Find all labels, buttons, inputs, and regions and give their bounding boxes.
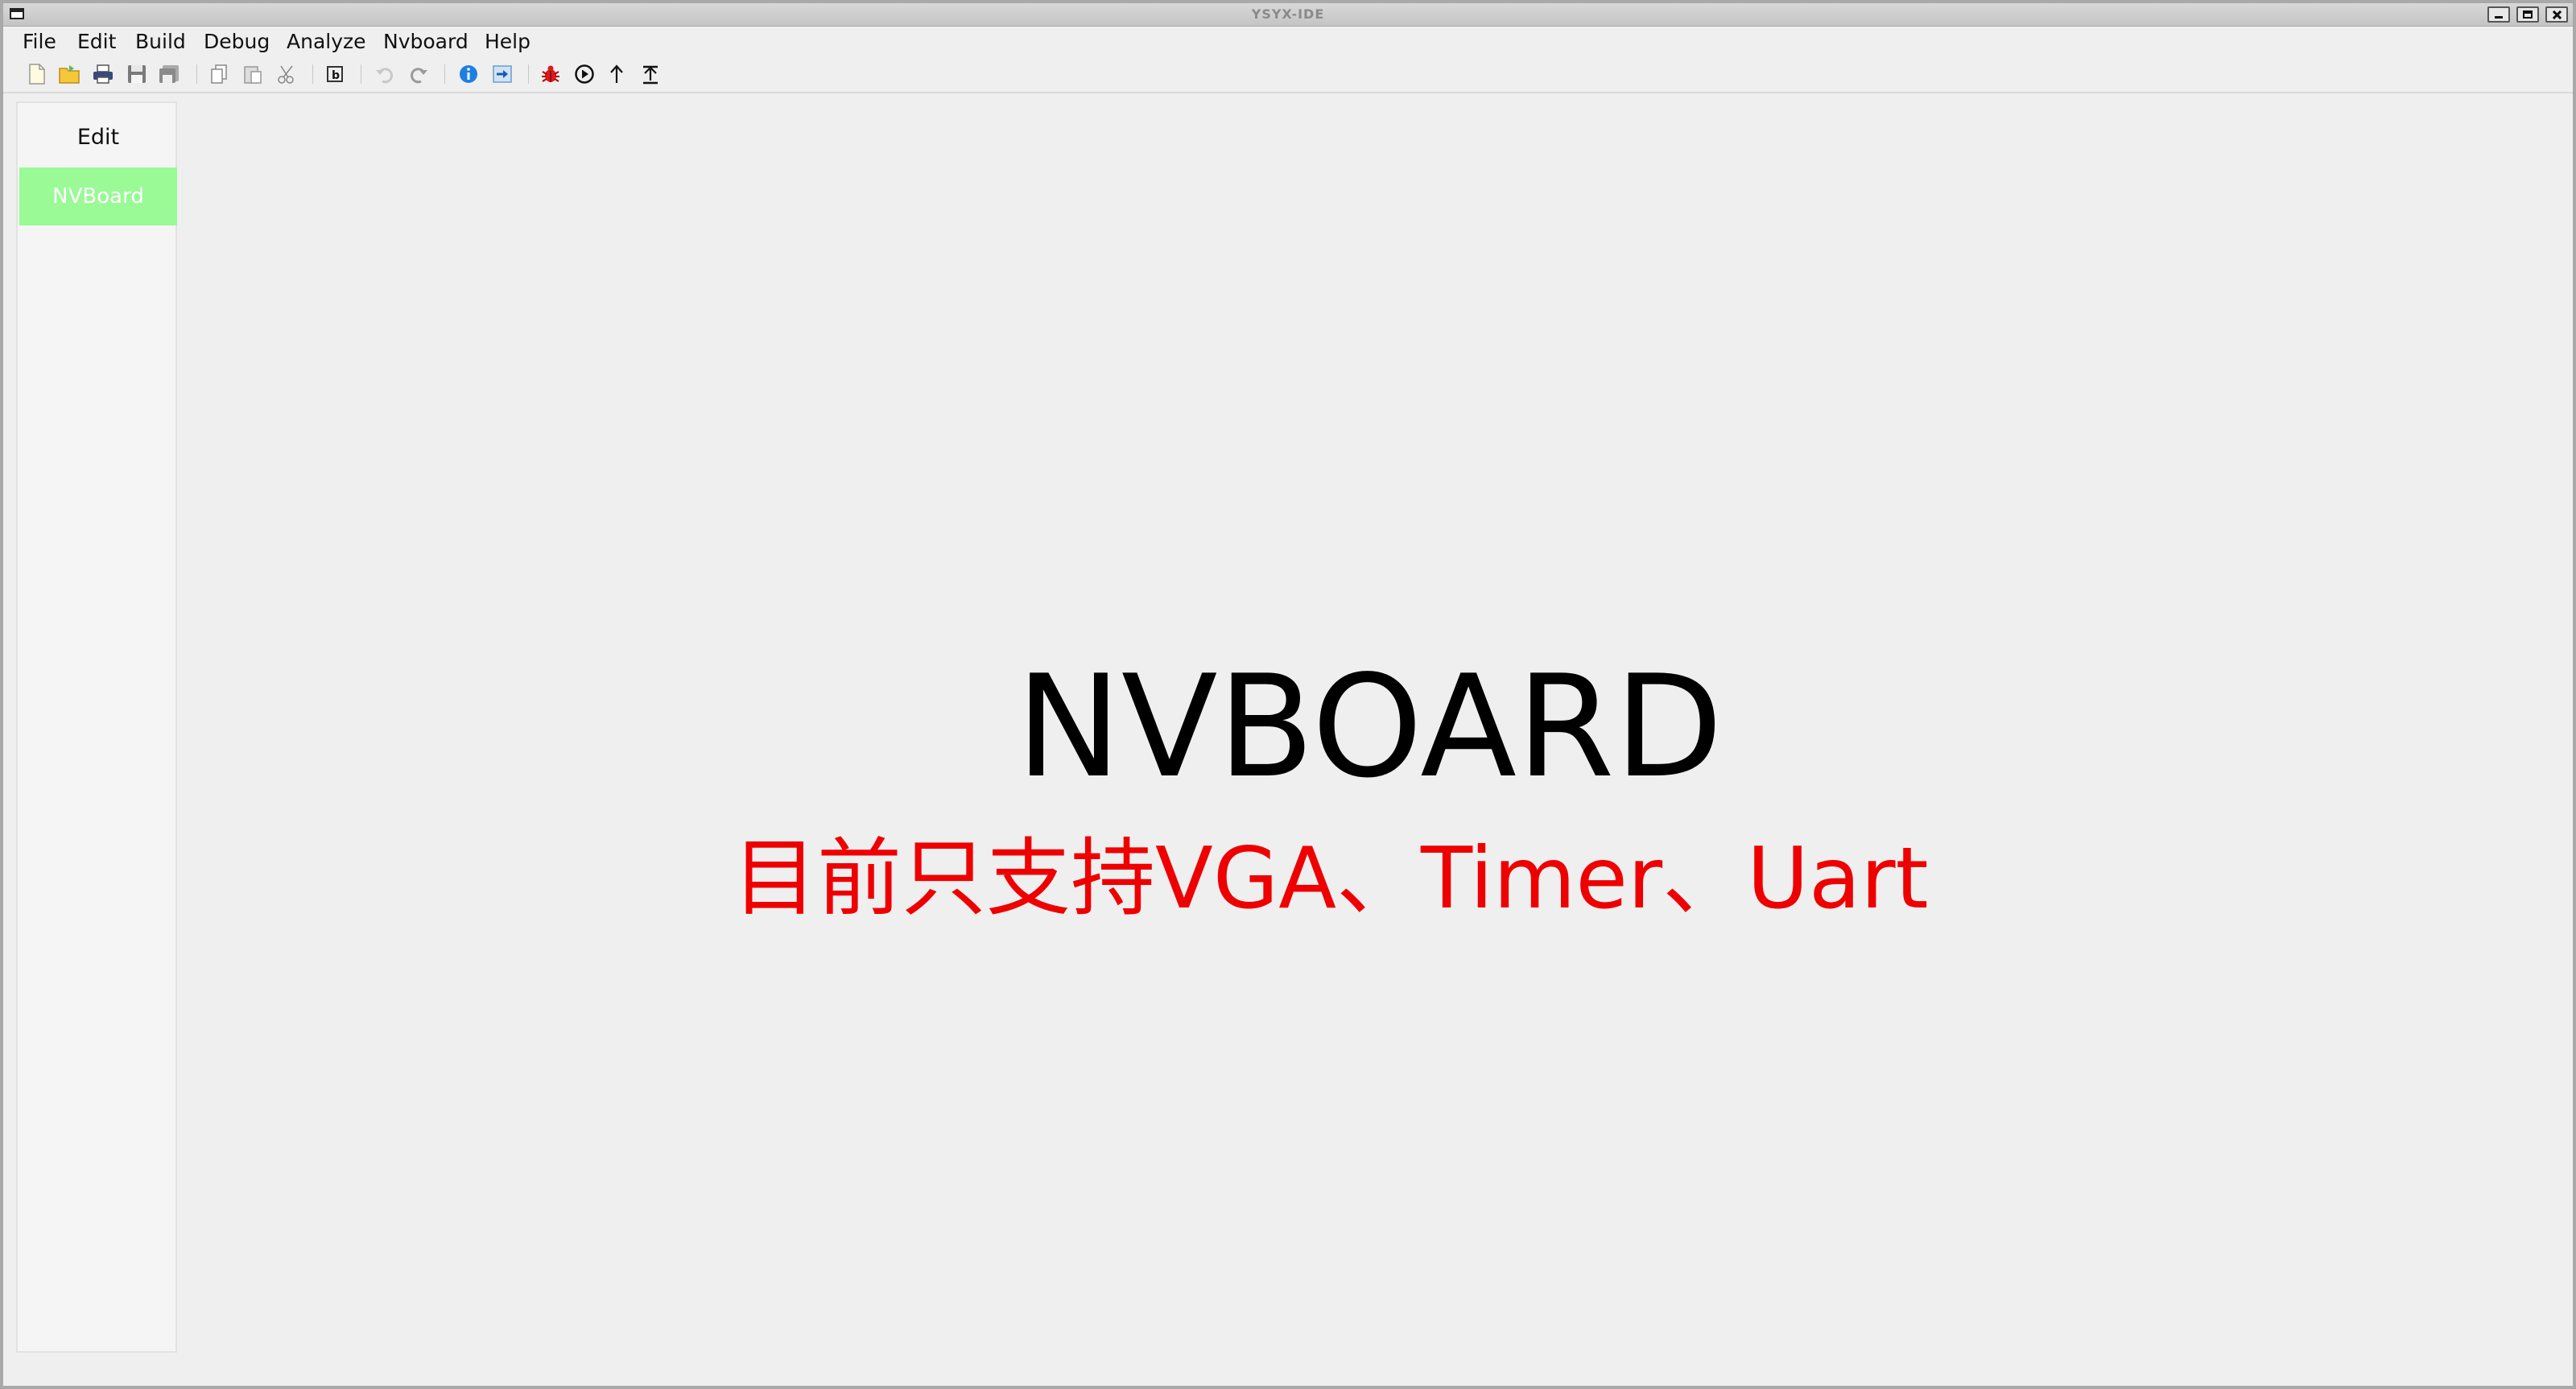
window-title: YSYX-IDE	[1251, 6, 1325, 22]
menu-debug[interactable]: Debug	[200, 30, 273, 54]
menu-edit[interactable]: Edit	[74, 30, 119, 54]
run-arrow-icon[interactable]	[491, 63, 514, 85]
paste-icon[interactable]	[242, 63, 264, 85]
cut-icon[interactable]	[275, 63, 298, 85]
build-icon[interactable]: b	[324, 63, 346, 85]
sidebar-item-nvboard[interactable]: NVBoard	[19, 167, 177, 225]
copy-icon[interactable]	[208, 63, 230, 85]
maximize-button[interactable]	[2516, 6, 2539, 23]
page-title: NVBOARD	[1016, 646, 1724, 809]
sidebar-item-edit[interactable]: Edit	[19, 108, 177, 166]
nvboard-panel: NVBOARD 目前只支持VGA、Timer、Uart	[180, 93, 2573, 1386]
menu-analyze[interactable]: Analyze	[283, 30, 369, 54]
toolbar: b	[3, 56, 2573, 93]
undo-icon[interactable]	[374, 63, 396, 85]
menu-bar: File Edit Build Debug Analyze Nvboard He…	[3, 27, 2573, 56]
minimize-button[interactable]	[2487, 6, 2510, 23]
step-up-icon[interactable]	[605, 63, 628, 85]
play-circle-icon[interactable]	[573, 63, 596, 85]
svg-text:b: b	[332, 69, 340, 82]
menu-build[interactable]: Build	[132, 30, 189, 54]
toolbar-separator	[312, 64, 313, 84]
new-file-icon[interactable]	[26, 63, 48, 85]
support-notice: 目前只支持VGA、Timer、Uart	[733, 829, 1929, 928]
info-icon[interactable]	[457, 63, 480, 85]
menu-nvboard[interactable]: Nvboard	[380, 30, 472, 54]
open-folder-icon[interactable]	[58, 63, 80, 85]
save-icon[interactable]	[126, 63, 148, 85]
toolbar-separator	[196, 64, 197, 84]
upload-icon[interactable]	[639, 63, 662, 85]
close-button[interactable]	[2545, 6, 2568, 23]
redo-icon[interactable]	[407, 63, 430, 85]
mode-sidebar: Edit NVBoard	[16, 101, 177, 1353]
menu-help[interactable]: Help	[481, 30, 534, 54]
toolbar-separator	[444, 64, 445, 84]
print-icon[interactable]	[92, 63, 114, 85]
toolbar-separator	[528, 64, 529, 84]
app-window: YSYX-IDE File Edit Build Debug Analyze N…	[0, 0, 2576, 1389]
title-bar[interactable]: YSYX-IDE	[3, 3, 2573, 27]
menu-file[interactable]: File	[19, 30, 60, 54]
debug-bug-icon[interactable]	[539, 63, 562, 85]
save-all-icon[interactable]	[158, 63, 180, 85]
